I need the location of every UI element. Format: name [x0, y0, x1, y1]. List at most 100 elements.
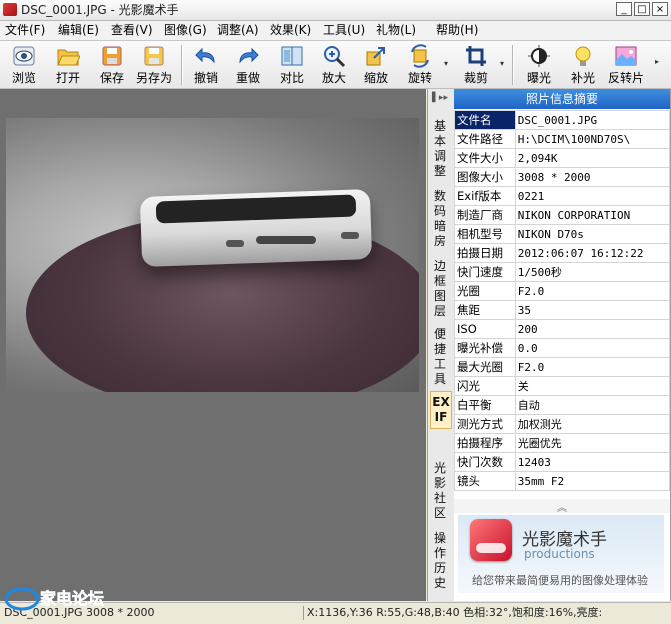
panel-title: 照片信息摘要 — [454, 89, 670, 109]
undo-button[interactable]: 撤销 — [186, 41, 226, 88]
crop-dropdown-icon[interactable]: ▾ — [500, 59, 504, 68]
row-key: 曝光补偿 — [454, 338, 516, 358]
table-row[interactable]: ISO 200 — [454, 319, 671, 339]
window-title: DSC_0001.JPG - 光影魔术手 — [21, 3, 179, 17]
row-value: F2.0 — [514, 281, 671, 301]
redo-button[interactable]: 重做 — [228, 41, 268, 88]
table-row[interactable]: 镜头 35mm F2 — [454, 471, 671, 491]
tab-digital-darkroom[interactable]: 数码暗房 — [430, 189, 450, 249]
menu-image[interactable]: 图像(G) — [164, 23, 207, 38]
open-label: 打开 — [55, 71, 80, 85]
table-row[interactable]: 文件名 DSC_0001.JPG — [454, 110, 671, 130]
photo — [6, 118, 419, 392]
save-as-icon — [144, 46, 164, 66]
menu-bar: 文件(F) 编辑(E) 查看(V) 图像(G) 调整(A) 效果(K) 工具(U… — [0, 21, 671, 41]
tab-frame-layers[interactable]: 边框图层 — [430, 259, 450, 319]
rotate-label: 旋转 — [407, 71, 432, 85]
menu-gifts[interactable]: 礼物(L) — [376, 23, 416, 38]
minimize-button[interactable]: _ — [616, 2, 632, 16]
menu-view[interactable]: 查看(V) — [111, 23, 153, 38]
tab-history[interactable]: 操作历史 — [430, 531, 450, 591]
maximize-button[interactable]: □ — [634, 2, 650, 16]
table-row[interactable]: 曝光补偿 0.0 — [454, 338, 671, 358]
close-button[interactable]: × — [652, 2, 668, 16]
promo-slogan: 给您带来最简便易用的图像处理体验 — [472, 574, 648, 587]
save-button[interactable]: 保存 — [92, 41, 132, 88]
rotate-dropdown-icon[interactable]: ▾ — [444, 59, 448, 68]
tabs-collapse-icon[interactable]: ▌▸▸ — [432, 93, 448, 103]
redo-icon — [239, 47, 259, 64]
table-row[interactable]: 闪光关 — [454, 376, 671, 396]
save-label: 保存 — [99, 71, 124, 85]
menu-effects[interactable]: 效果(K) — [270, 23, 311, 38]
zoom-in-label: 放大 — [321, 71, 346, 85]
table-row[interactable]: 白平衡 自动 — [454, 395, 671, 415]
promo-subtitle: productions — [524, 547, 595, 561]
table-row[interactable]: 图像大小 3008 * 2000 — [454, 167, 671, 187]
table-row[interactable]: 拍摄日期 2012:06:07 16:12:22 — [454, 243, 671, 263]
table-row[interactable]: 拍摄程序 光圈优先 — [454, 433, 671, 453]
exposure-button[interactable]: 曝光 — [519, 41, 559, 88]
row-key: 拍摄程序 — [454, 433, 516, 453]
eye-icon — [13, 46, 35, 66]
table-row[interactable]: 快门次数 12403 — [454, 452, 671, 472]
table-row[interactable]: 测光方式 加权测光 — [454, 414, 671, 434]
row-key: 最大光圈 — [454, 357, 516, 377]
table-row[interactable]: 相机型号 NIKON D70s — [454, 224, 671, 244]
open-button[interactable]: 打开 — [48, 41, 88, 88]
reversal-film-button[interactable]: 反转片 — [604, 41, 648, 88]
toolbar: 浏览 打开 保存 另存为 撤销 重做 对比 放大 缩放 旋转 ▾ 裁剪 ▾ 曝光… — [0, 41, 671, 89]
row-value: 35 — [514, 300, 671, 320]
table-row[interactable]: 最大光圈 F2.0 — [454, 357, 671, 377]
table-row[interactable]: 文件大小 2,094K — [454, 148, 671, 168]
reversal-film-label: 反转片 — [607, 71, 644, 85]
menu-tools[interactable]: 工具(U) — [323, 23, 365, 38]
zoom-in-button[interactable]: 放大 — [314, 41, 354, 88]
tab-quick-tools[interactable]: 便捷工具 — [430, 327, 450, 387]
row-key: 焦距 — [454, 300, 516, 320]
undo-label: 撤销 — [193, 71, 218, 85]
table-row[interactable]: Exif版本 0221 — [454, 186, 671, 206]
promo-banner[interactable]: 光影魔术手 productions 给您带来最简便易用的图像处理体验 — [458, 515, 664, 593]
crop-button[interactable]: 裁剪 — [456, 41, 496, 88]
row-key: 镜头 — [454, 471, 516, 491]
photo-phone-button — [226, 240, 244, 247]
tab-exif[interactable]: EXIF — [430, 391, 452, 429]
tab-community[interactable]: 光影社区 — [430, 461, 450, 521]
compare-button[interactable]: 对比 — [272, 41, 312, 88]
resize-label: 缩放 — [363, 71, 388, 85]
svg-text:家电论坛: 家电论坛 — [40, 589, 104, 608]
table-row[interactable]: 快门速度 1/500秒 — [454, 262, 671, 282]
row-key: ISO — [454, 319, 516, 339]
menu-adjust[interactable]: 调整(A) — [217, 23, 259, 38]
tab-basic-adjust[interactable]: 基本调整 — [430, 119, 450, 179]
compare-icon — [281, 46, 303, 66]
save-as-button[interactable]: 另存为 — [132, 41, 176, 88]
table-row[interactable]: 文件路径 H:\DCIM\100ND70S\ — [454, 129, 671, 149]
crop-icon — [466, 46, 486, 66]
exif-table: 文件名 DSC_0001.JPG 文件路径 H:\DCIM\100ND70S\ 文件… — [454, 110, 671, 491]
browse-label: 浏览 — [11, 71, 36, 85]
table-row[interactable]: 焦距 35 — [454, 300, 671, 320]
promo-collapse-icon[interactable]: ︽ — [454, 499, 670, 514]
toolbar-more-icon[interactable]: ▸ — [655, 57, 659, 66]
table-row[interactable]: 制造厂商 NIKON CORPORATION — [454, 205, 671, 225]
row-key: 文件大小 — [454, 148, 516, 168]
save-icon — [102, 46, 122, 66]
table-row[interactable]: 光圈 F2.0 — [454, 281, 671, 301]
row-value: 2012:06:07 16:12:22 — [514, 243, 671, 263]
row-key: 白平衡 — [454, 395, 516, 415]
title-bar: DSC_0001.JPG - 光影魔术手 _ □ × — [0, 0, 671, 21]
row-key: 快门次数 — [454, 452, 516, 472]
row-value: 关 — [514, 376, 671, 396]
zoom-in-icon — [324, 46, 346, 68]
fill-light-button[interactable]: 补光 — [563, 41, 603, 88]
browse-button[interactable]: 浏览 — [4, 41, 44, 88]
row-key: 图像大小 — [454, 167, 516, 187]
resize-button[interactable]: 缩放 — [356, 41, 396, 88]
menu-edit[interactable]: 编辑(E) — [58, 23, 99, 38]
row-value: H:\DCIM\100ND70S\ — [514, 129, 671, 149]
rotate-button[interactable]: 旋转 — [400, 41, 440, 88]
menu-file[interactable]: 文件(F) — [5, 23, 45, 38]
menu-help[interactable]: 帮助(H) — [436, 23, 478, 38]
